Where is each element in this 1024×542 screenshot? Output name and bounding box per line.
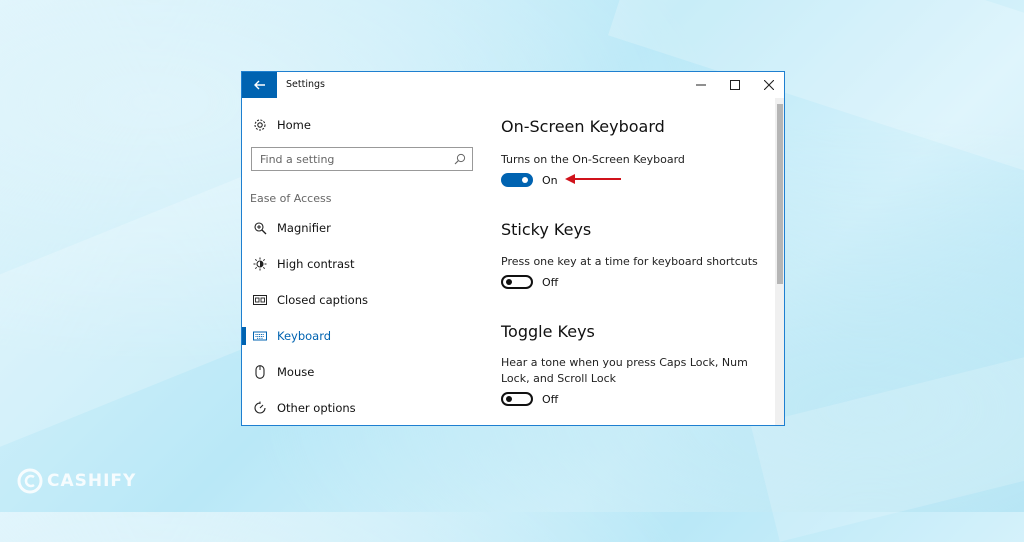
mouse-icon <box>252 364 268 380</box>
toggle-state-label: On <box>542 174 558 187</box>
sidebar-item-other-options[interactable]: Other options <box>242 396 488 420</box>
section-heading: Ease of Access <box>250 192 332 205</box>
brand-name: CASHIFY <box>47 471 137 491</box>
sidebar-item-mouse[interactable]: Mouse <box>242 360 488 384</box>
section-title: Toggle Keys <box>501 322 595 341</box>
section-description: Hear a tone when you press Caps Lock, Nu… <box>501 356 748 385</box>
toggle-keys-toggle[interactable] <box>501 392 533 406</box>
magnifier-icon <box>252 220 268 236</box>
sidebar-item-label: Closed captions <box>277 293 368 307</box>
maximize-button[interactable] <box>718 72 752 98</box>
window-title: Settings <box>286 79 325 90</box>
section-title: Sticky Keys <box>501 220 592 239</box>
minimize-button[interactable] <box>684 72 718 98</box>
scrollbar-thumb[interactable] <box>777 104 783 284</box>
search-placeholder: Find a setting <box>260 153 335 166</box>
other-options-icon <box>252 400 268 416</box>
sidebar-item-closed-captions[interactable]: Closed captions <box>242 288 488 312</box>
gear-icon <box>252 117 268 133</box>
cashify-watermark: CASHIFY <box>17 466 136 496</box>
sidebar-item-magnifier[interactable]: Magnifier <box>242 216 488 240</box>
red-arrow-annotation <box>565 174 621 184</box>
sidebar-item-high-contrast[interactable]: High contrast <box>242 252 488 276</box>
sidebar-item-label: Other options <box>277 401 356 415</box>
selection-indicator <box>242 327 246 345</box>
section-description: Press one key at a time for keyboard sho… <box>501 255 758 268</box>
settings-window: Settings Home Find a setting Ease of Acc… <box>241 71 785 426</box>
search-icon <box>454 153 466 165</box>
minimize-icon <box>696 84 706 86</box>
sidebar-item-label: Home <box>277 118 311 132</box>
close-icon <box>764 80 774 90</box>
search-input[interactable]: Find a setting <box>251 147 473 171</box>
section-title: On-Screen Keyboard <box>501 117 665 136</box>
toggle-knob <box>506 279 512 285</box>
sidebar-item-home[interactable]: Home <box>242 113 488 137</box>
sidebar-item-label: Keyboard <box>277 329 332 343</box>
maximize-icon <box>730 80 740 90</box>
toggle-state-label: Off <box>542 276 559 289</box>
sidebar-item-label: Magnifier <box>277 221 331 235</box>
sidebar-item-label: Mouse <box>277 365 315 379</box>
sidebar-item-label: High contrast <box>277 257 355 271</box>
section-description: Turns on the On-Screen Keyboard <box>501 153 685 166</box>
toggle-state-label: Off <box>542 393 559 406</box>
toggle-knob <box>506 396 512 402</box>
contrast-icon <box>252 256 268 272</box>
sidebar: Home Find a setting Ease of Access Magni… <box>242 98 488 425</box>
cashify-logo-icon <box>17 468 43 494</box>
on-screen-keyboard-toggle[interactable] <box>501 173 533 187</box>
captions-icon <box>252 292 268 308</box>
content-pane: On-Screen Keyboard Turns on the On-Scree… <box>501 98 771 425</box>
toggle-knob <box>522 177 528 183</box>
sidebar-item-keyboard[interactable]: Keyboard <box>242 324 488 348</box>
close-button[interactable] <box>752 72 784 98</box>
title-bar: Settings <box>242 72 784 98</box>
back-arrow-icon <box>253 80 265 90</box>
back-button[interactable] <box>242 72 277 98</box>
sticky-keys-toggle[interactable] <box>501 275 533 289</box>
keyboard-icon <box>252 328 268 344</box>
